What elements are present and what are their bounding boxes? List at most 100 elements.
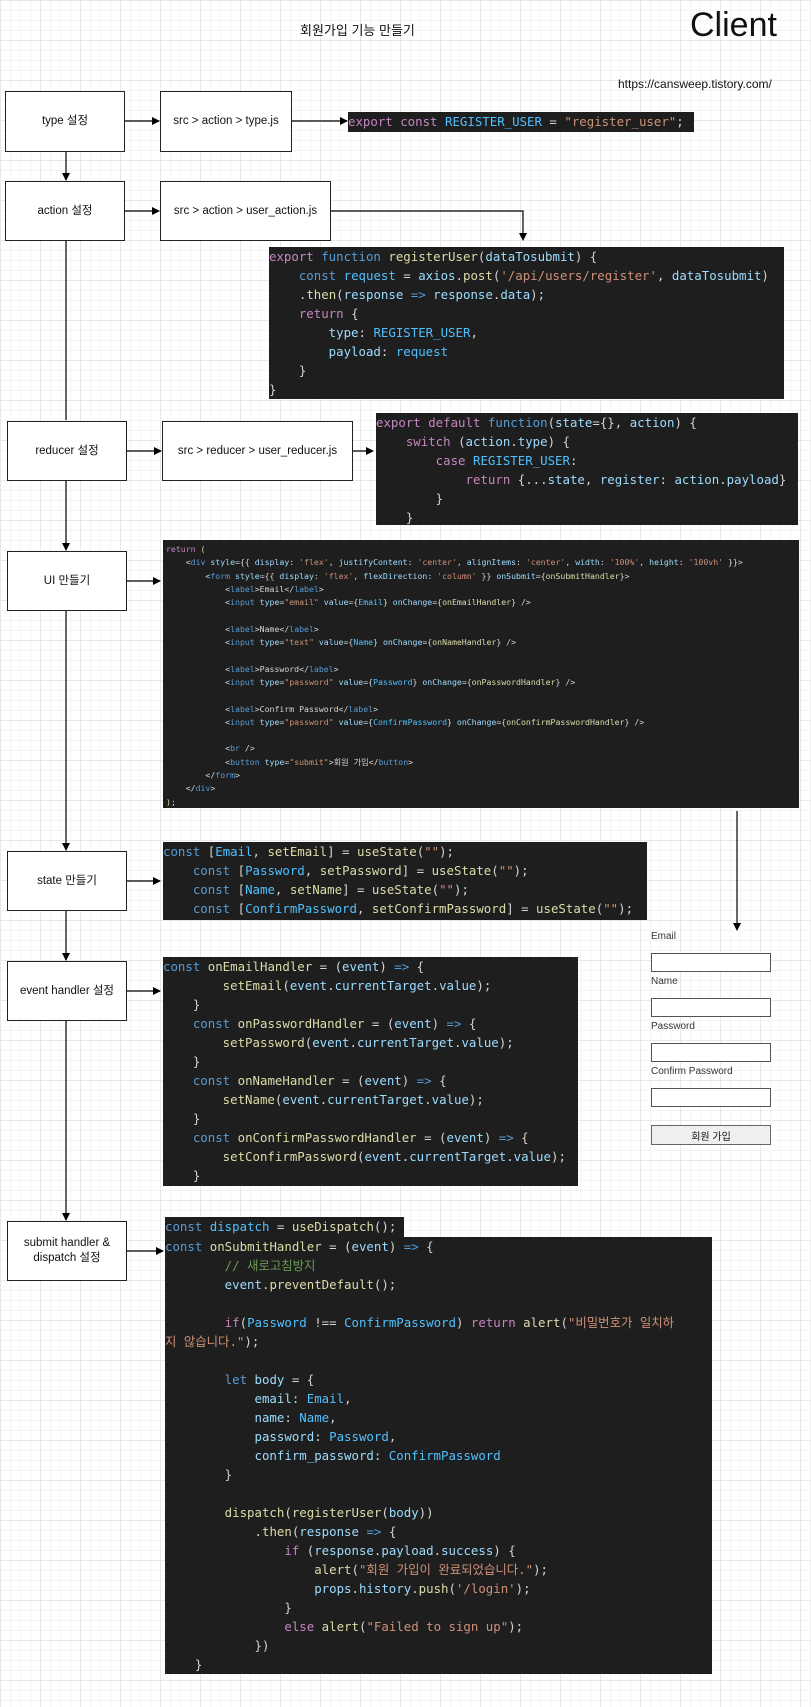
code-line: })	[165, 1636, 712, 1655]
code-token: ,	[304, 863, 320, 878]
code-token: function	[321, 249, 389, 264]
code-token: }	[165, 1467, 233, 1482]
code-token: =>	[403, 287, 434, 302]
step-type: type 설정	[5, 91, 125, 152]
code-token: :	[380, 344, 396, 359]
code-token: ();	[373, 1277, 397, 1292]
password-field[interactable]	[651, 1043, 771, 1062]
code-token: })	[165, 1638, 270, 1653]
code-token: >	[408, 756, 414, 767]
code-line: event.preventDefault();	[165, 1275, 712, 1294]
code-token: return	[376, 472, 518, 487]
code-token: )	[431, 1016, 447, 1031]
code-token: state	[547, 472, 585, 487]
code-token: 'center'	[525, 557, 566, 568]
step-label: event handler 설정	[19, 984, 115, 997]
code-token: =>	[416, 1073, 440, 1088]
code-token: >Name</	[254, 623, 290, 634]
code-token: = {	[284, 1372, 315, 1387]
code-token: type	[259, 637, 280, 648]
code-token: setEmail	[163, 978, 283, 993]
code-token: >Confirm Password</	[254, 703, 349, 714]
name-field[interactable]	[651, 998, 771, 1017]
code-line: }	[163, 1109, 578, 1128]
code-token: ={},	[592, 415, 630, 430]
code-token: }	[163, 997, 201, 1012]
code-token: :	[569, 453, 578, 468]
step-action: action 설정	[5, 181, 125, 241]
code-submit-handler: const onSubmitHandler = (event) => { // …	[165, 1237, 712, 1674]
code-token: action	[465, 434, 511, 449]
code-token: {	[351, 306, 359, 321]
code-token: if	[165, 1315, 240, 1330]
code-user-action: export function registerUser (dataTosubmi…	[269, 247, 784, 399]
code-token: {	[468, 1016, 477, 1031]
code-token: />	[244, 743, 255, 754]
code-line: const [Email, setEmail] = useState("");	[163, 842, 647, 861]
code-token: .	[506, 1149, 514, 1164]
code-token: const	[165, 1239, 210, 1254]
code-token: :	[599, 557, 610, 568]
code-line: }	[165, 1598, 712, 1617]
code-token: );	[244, 1334, 260, 1349]
code-token: .	[351, 1581, 359, 1596]
code-token: email	[165, 1391, 292, 1406]
signup-form-preview: Email Name Password Confirm Password 회원 …	[645, 925, 785, 1155]
code-token: ();	[373, 1219, 397, 1234]
code-token: currentTarget	[327, 1092, 425, 1107]
code-token: .	[411, 1581, 419, 1596]
code-token: }	[163, 1054, 201, 1069]
code-token: .	[433, 1543, 442, 1558]
code-token: = (	[334, 1073, 365, 1088]
code-token: form	[215, 770, 236, 781]
code-line: <label>Email</label>	[166, 583, 799, 596]
code-line: switch (action.type) {	[376, 432, 798, 451]
code-token: (	[448, 1581, 456, 1596]
code-token: '/api/users/register'	[500, 268, 657, 283]
code-line: }	[376, 489, 798, 508]
code-line: export default function(state={}, action…	[376, 413, 798, 432]
code-token: onChange	[392, 597, 433, 608]
code-line: }	[165, 1655, 712, 1674]
code-token: ={	[363, 716, 374, 727]
code-line: return {	[269, 304, 784, 323]
code-token: </	[166, 770, 216, 781]
code-line: // 새로고침방지	[165, 1256, 712, 1275]
code-token: {...	[517, 472, 548, 487]
code-token: ={	[535, 570, 546, 581]
code-token: :	[516, 557, 526, 568]
code-token: }	[163, 1168, 201, 1183]
email-field[interactable]	[651, 953, 771, 972]
code-token: ,	[328, 557, 339, 568]
code-token: ={	[343, 637, 354, 648]
code-token: onSubmitHandler	[545, 570, 620, 581]
code-token: );	[453, 882, 469, 897]
code-token: ,	[353, 570, 364, 581]
code-line: <label>Password</label>	[166, 663, 799, 676]
code-token: event	[364, 1149, 402, 1164]
code-token: 지 않습니다."	[165, 1334, 245, 1349]
code-line: <label>Name</label>	[166, 623, 799, 636]
code-ui-jsx: return ( <div style={{ display: 'flex', …	[163, 540, 799, 808]
code-token: request	[395, 344, 449, 359]
code-line: dispatch(registerUser(body))	[165, 1503, 712, 1522]
code-line: password: Password,	[165, 1427, 712, 1446]
code-token: >	[318, 583, 324, 594]
code-token: currentTarget	[357, 1035, 454, 1050]
code-token: const	[163, 1016, 238, 1031]
code-line: const dispatch = useDispatch();	[165, 1217, 404, 1236]
confirm-password-field[interactable]	[651, 1088, 771, 1107]
code-token: ConfirmPassword	[344, 1315, 456, 1330]
code-token: button	[230, 756, 265, 767]
code-token: ={	[422, 637, 433, 648]
code-line: setName(event.currentTarget.value);	[163, 1090, 578, 1109]
code-token: }	[165, 1657, 203, 1672]
signup-button[interactable]: 회원 가입	[651, 1125, 771, 1145]
code-token: "submit"	[289, 756, 329, 767]
code-token: ConfirmPassword	[373, 716, 448, 727]
code-token: .	[719, 472, 727, 487]
code-token: label	[308, 663, 334, 674]
step-submit-dispatch: submit handler & dispatch 설정	[7, 1221, 127, 1281]
code-token: [	[237, 863, 246, 878]
code-line: const onNameHandler = (event) => {	[163, 1071, 578, 1090]
